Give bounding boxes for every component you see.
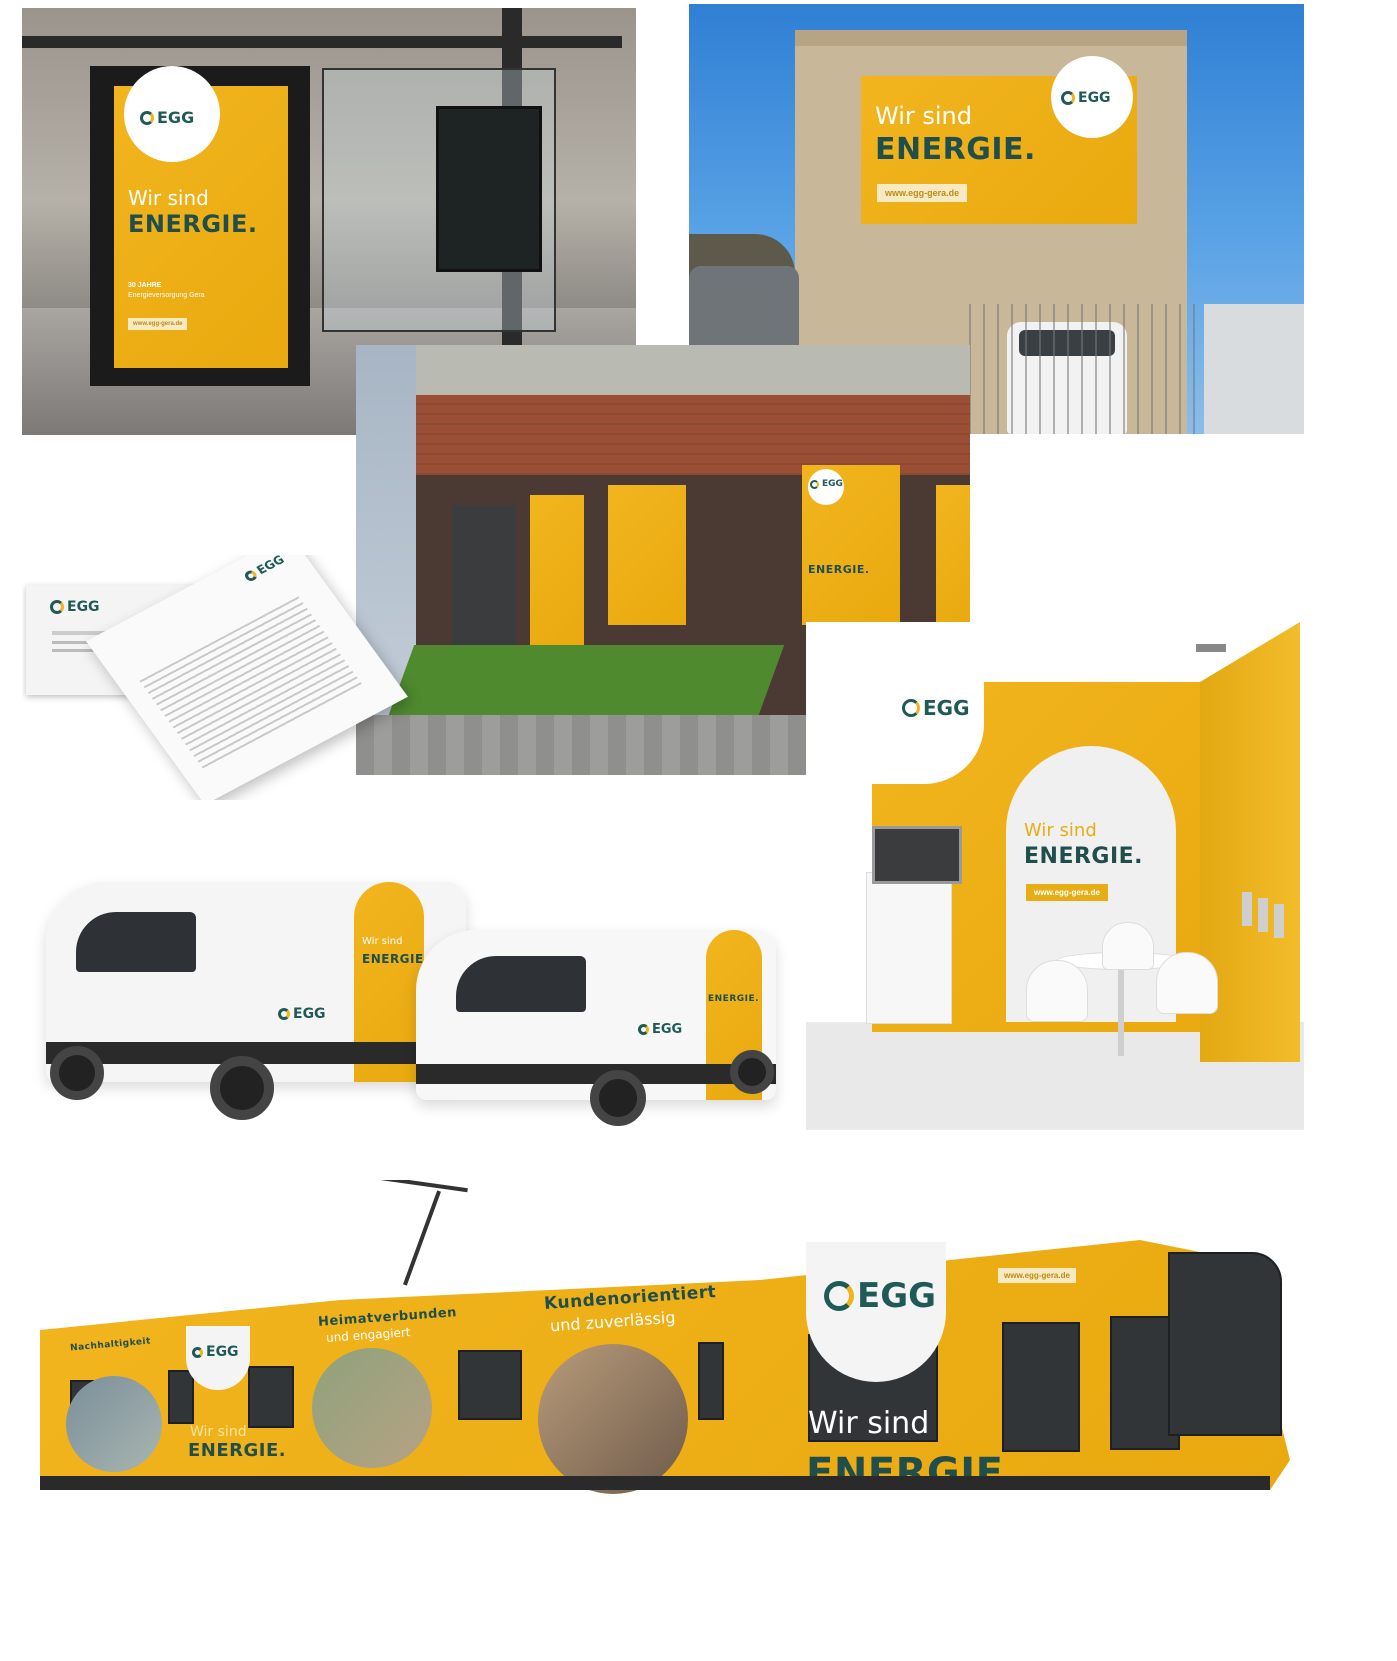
poster-headline-line2: ENERGIE. <box>128 210 258 238</box>
van-headline-line2: ENERGIE. <box>708 994 760 1004</box>
egg-logo: EGG <box>192 1344 239 1360</box>
bus-shelter-poster: EGG Wir sind ENERGIE. 30 JAHRE Energieve… <box>114 66 288 368</box>
office-window-graphic <box>608 485 686 625</box>
poster-headline-line1: Wir sind <box>128 186 209 210</box>
tram-mockup: EGG EGG Wir sind ENERGIE. Wir sind ENERG… <box>30 1180 1310 1510</box>
logo-mark-icon <box>902 699 920 717</box>
tram-small-headline-line1: Wir sind <box>190 1424 247 1440</box>
vans-mockup: Wir sind ENERGIE. EGG ENERGIE. EGG <box>30 870 790 1160</box>
logo-mark-icon <box>140 110 154 125</box>
egg-logo: EGG <box>902 696 970 720</box>
booth-website: www.egg-gera.de <box>1026 884 1108 901</box>
billboard-website: www.egg-gera.de <box>877 184 968 202</box>
egg-logo: EGG <box>50 599 100 615</box>
poster-subtitle: Energieversorgung Gera <box>128 292 205 299</box>
logo-mark-icon <box>638 1024 649 1035</box>
egg-logo: EGG <box>1061 90 1111 106</box>
logo-mark-icon <box>824 1281 854 1311</box>
logo-mark-icon <box>1061 91 1075 105</box>
tram-website: www.egg-gera.de <box>998 1268 1076 1283</box>
van-headline-line1: Wir sind <box>362 936 403 947</box>
billboard-headline-line2: ENERGIE. <box>875 132 1036 167</box>
large-van: Wir sind ENERGIE. EGG <box>46 882 466 1082</box>
egg-logo: EGG <box>278 1006 326 1022</box>
booth-headline-line1: Wir sind <box>1024 820 1097 841</box>
egg-logo: EGG <box>242 555 287 584</box>
billboard-sign: EGG Wir sind ENERGIE. www.egg-gera.de <box>861 56 1137 224</box>
booth-headline-line2: ENERGIE. <box>1024 844 1144 869</box>
billboard-headline-line1: Wir sind <box>875 102 972 130</box>
poster-website: www.egg-gera.de <box>128 318 188 330</box>
stationery-mockup: EGG EGG <box>22 555 472 800</box>
egg-logo: EGG <box>140 108 194 127</box>
tram-small-headline-line2: ENERGIE. <box>188 1440 287 1461</box>
office-window-graphic: EGG ENERGIE. <box>802 465 900 625</box>
egg-logo: EGG <box>824 1276 936 1316</box>
office-window-graphic <box>936 485 970 625</box>
egg-logo: EGG <box>638 1022 682 1037</box>
window-headline: ENERGIE. <box>808 563 870 576</box>
logo-mark-icon <box>50 600 64 614</box>
office-window-graphic <box>530 495 584 645</box>
exhibition-booth-mockup: EGG Wir sind ENERGIE. www.egg-gera.de <box>806 622 1304 1130</box>
logo-mark-icon <box>810 479 819 489</box>
logo-mark-icon <box>278 1008 290 1020</box>
tram-headline-line1: Wir sind <box>808 1406 930 1441</box>
small-van: ENERGIE. EGG <box>416 930 776 1100</box>
van-headline-line2: ENERGIE. <box>362 952 429 966</box>
poster-anniversary: 30 JAHRE <box>128 282 162 289</box>
logo-mark-icon <box>242 568 259 583</box>
egg-logo: EGG <box>810 479 843 489</box>
logo-mark-icon <box>192 1346 203 1358</box>
